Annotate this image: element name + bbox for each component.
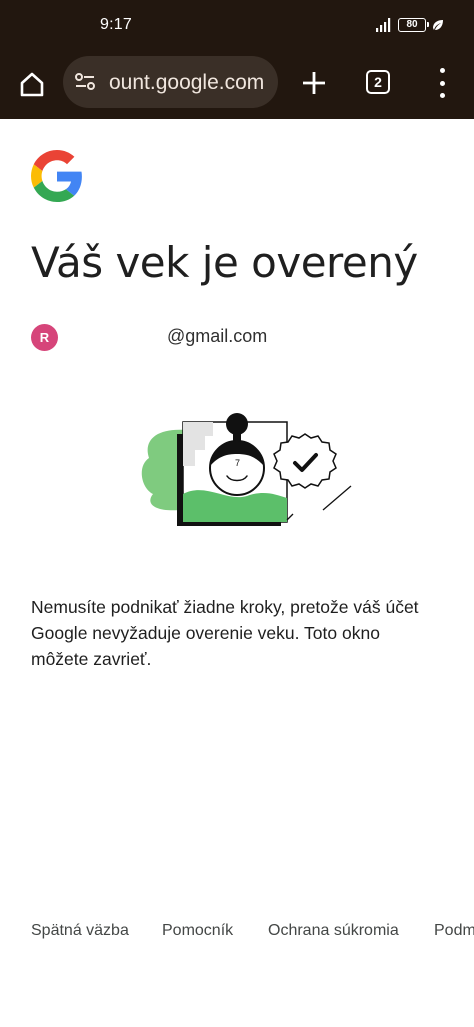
menu-dot-icon (439, 68, 445, 73)
tab-switcher-button[interactable]: 2 (366, 70, 390, 94)
site-settings-icon[interactable] (73, 70, 97, 94)
account-chip[interactable]: R @gmail.com (31, 323, 267, 351)
plus-icon (303, 72, 325, 94)
status-bar: 9:17 80 (0, 0, 474, 52)
age-verified-illustration: 7 (141, 413, 352, 526)
leaf-icon (433, 20, 443, 30)
illustration-number: 7 (235, 458, 240, 468)
status-icons: 80 (376, 18, 444, 32)
footer-link-terms[interactable]: Podm (434, 922, 474, 940)
footer-link-privacy[interactable]: Ochrana súkromia (268, 922, 399, 940)
address-bar[interactable]: ount.google.com (63, 56, 278, 108)
home-icon (20, 72, 44, 97)
page-title: Váš vek je overený (31, 238, 418, 287)
verified-badge (273, 433, 337, 489)
new-tab-button[interactable] (297, 66, 331, 100)
info-message: Nemusíte podnikať žiadne kroky, pretože … (31, 597, 419, 669)
browser-toolbar: ount.google.com 2 (0, 52, 474, 119)
url-text[interactable]: ount.google.com (109, 70, 274, 96)
footer-link-feedback[interactable]: Spätná väzba (31, 922, 129, 940)
status-time: 9:17 (100, 16, 132, 33)
signal-icon (376, 18, 391, 32)
menu-dot-icon (439, 93, 445, 98)
avatar: R (31, 323, 58, 351)
battery-icon: 80 (398, 18, 429, 32)
home-button[interactable] (14, 66, 50, 102)
menu-dot-icon (439, 80, 445, 86)
footer-link-help[interactable]: Pomocník (162, 922, 233, 940)
google-logo (31, 150, 82, 202)
more-menu-button[interactable] (428, 68, 456, 98)
account-email: @gmail.com (167, 326, 268, 346)
